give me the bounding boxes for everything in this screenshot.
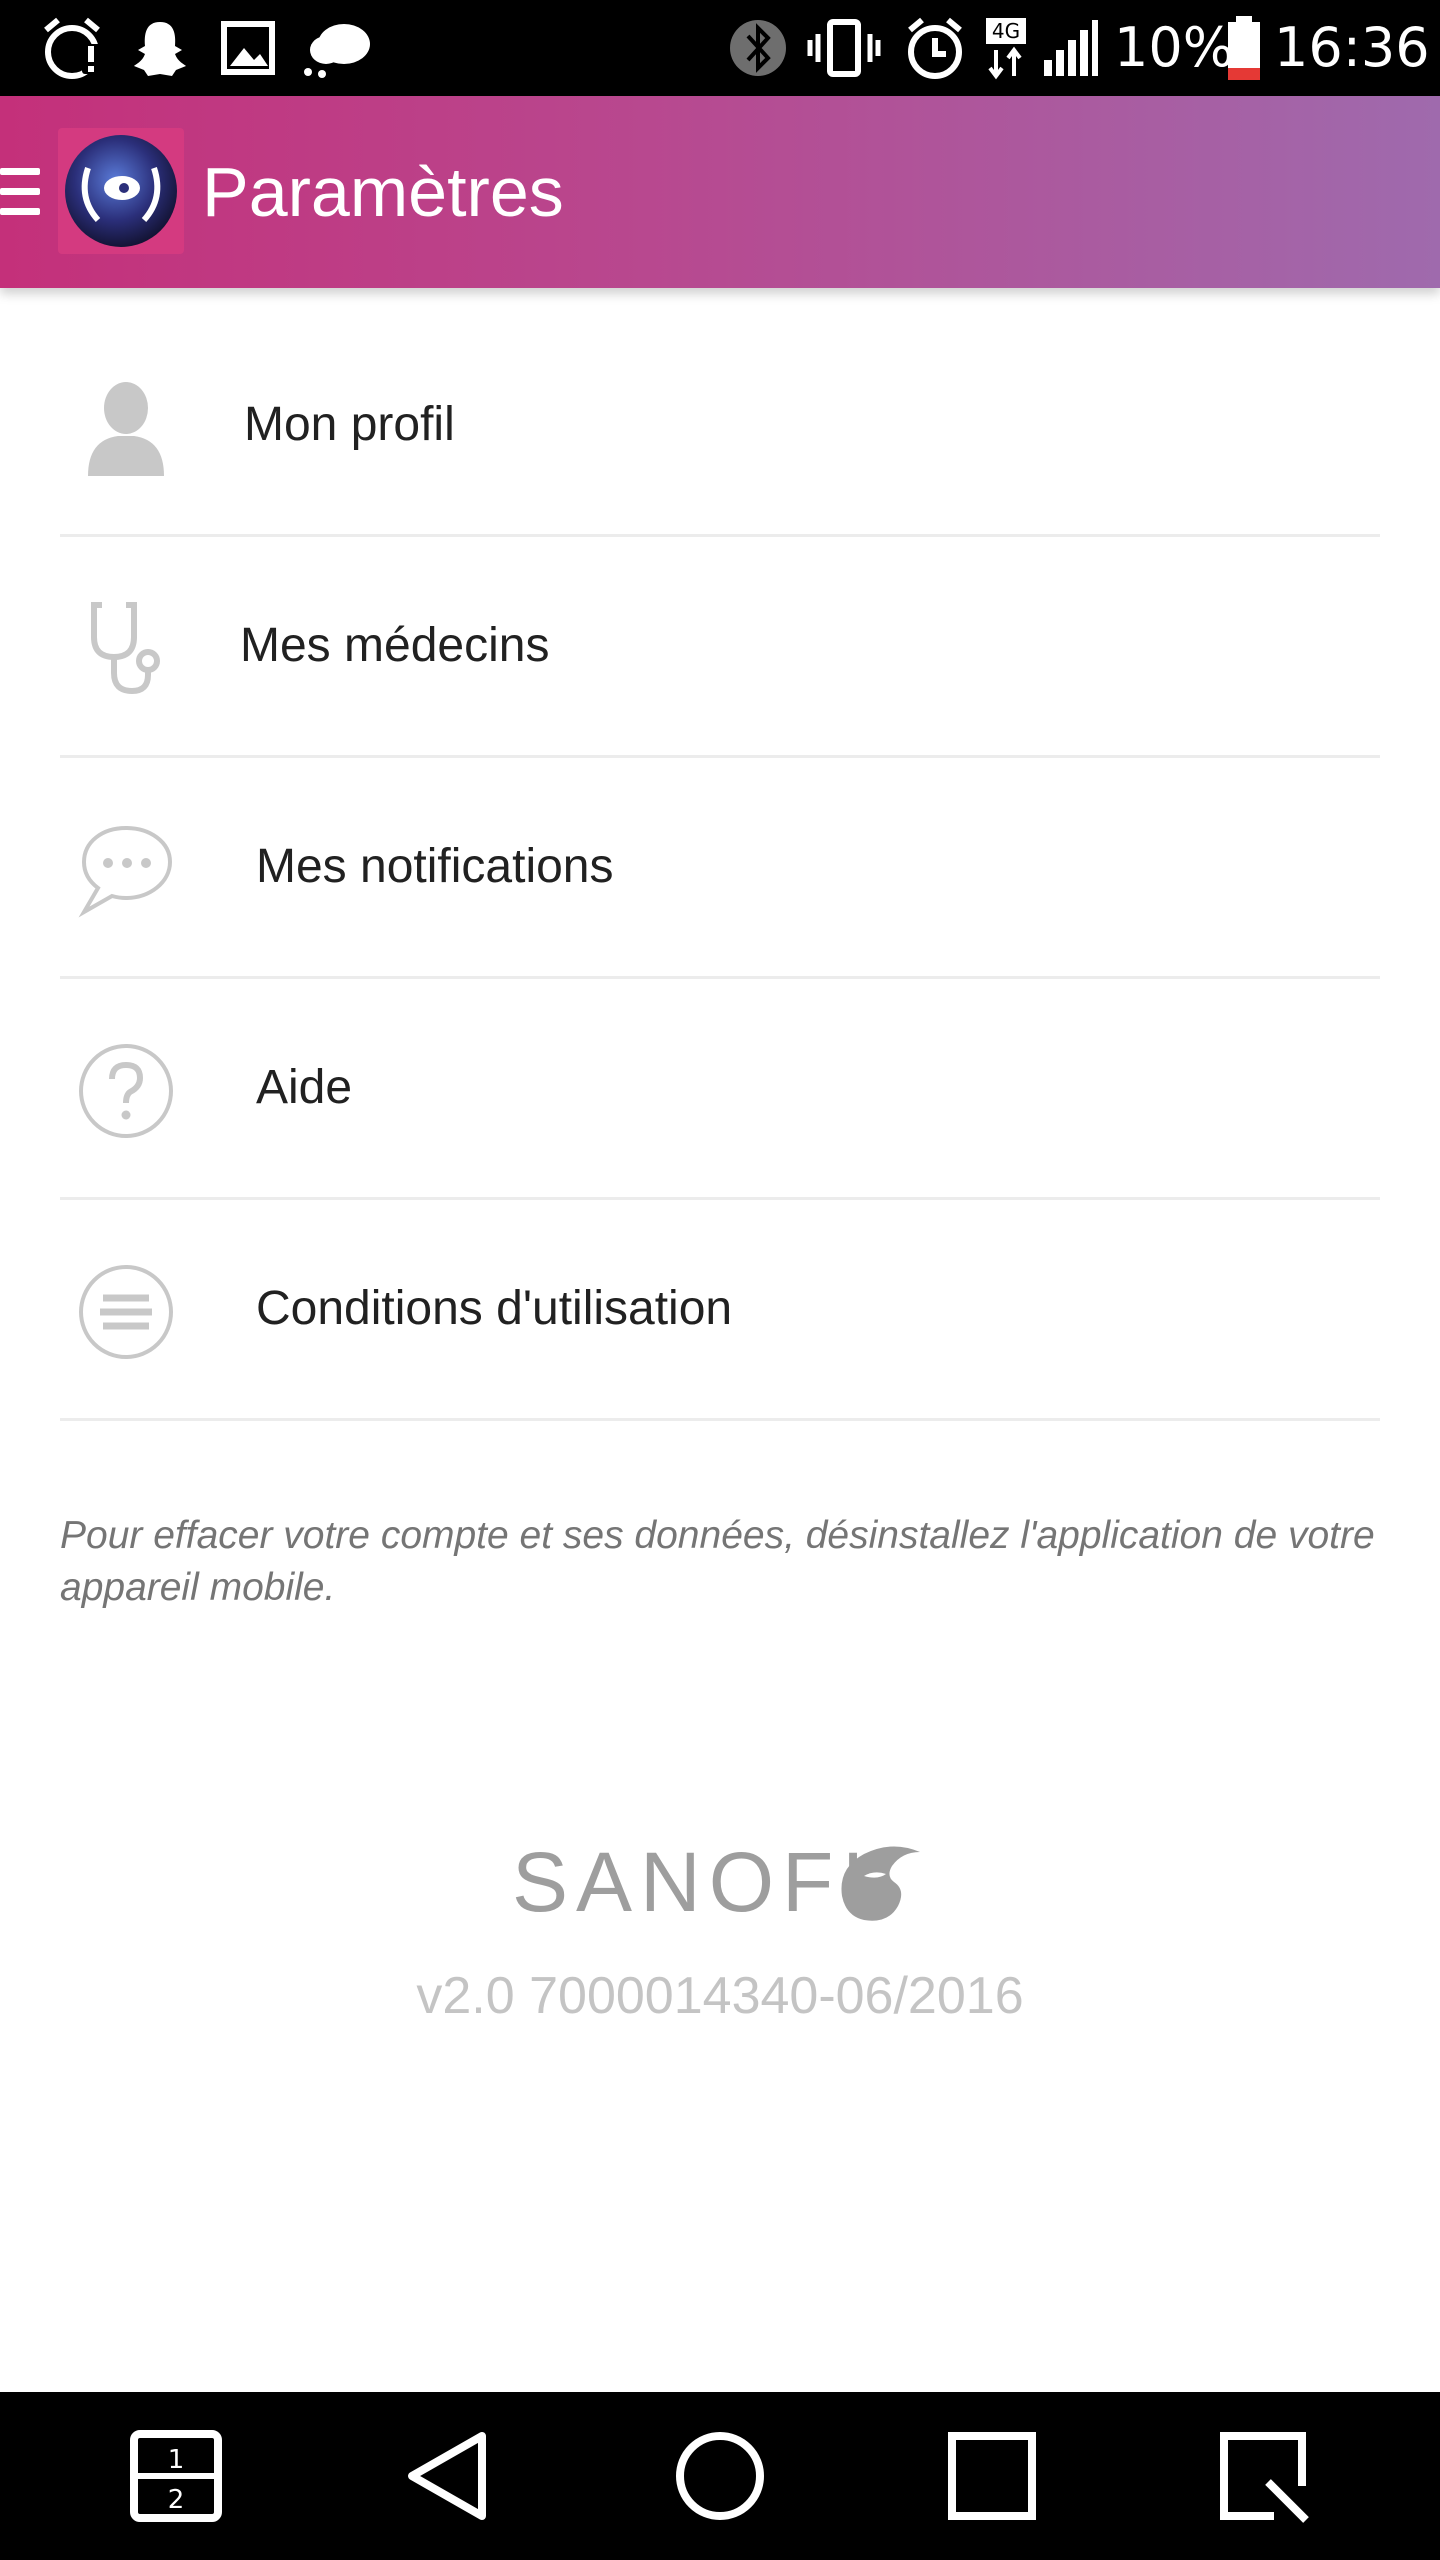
account-deletion-note: Pour effacer votre compte et ses données… [60, 1514, 1375, 1609]
sanofi-logo: SANOFI [512, 1832, 932, 1932]
sanofi-wordmark: SANOFI [512, 1835, 873, 1929]
settings-item-label: Mes notifications [256, 840, 614, 893]
back-icon[interactable] [398, 2426, 498, 2526]
chat-bubble-icon [78, 825, 173, 918]
battery-percent: 10% [1114, 16, 1235, 79]
settings-item-notifications[interactable]: Mes notifications [60, 758, 1380, 979]
settings-item-label: Conditions d'utilisation [256, 1282, 733, 1335]
page-title: Paramètres [202, 153, 564, 231]
stethoscope-icon [91, 602, 160, 695]
capture-icon[interactable] [1214, 2426, 1314, 2526]
sanofi-bird-icon [841, 1846, 920, 1921]
home-icon[interactable] [670, 2426, 770, 2526]
document-list-icon [79, 1265, 173, 1359]
app-logo-icon[interactable] [58, 128, 184, 254]
alarm-icon [44, 17, 102, 79]
network-4g-icon: 4G [986, 18, 1026, 80]
battery-icon [1228, 16, 1260, 80]
cloud-icon [304, 24, 370, 78]
status-bar: 4G 10% 16:36 [0, 0, 1440, 96]
vibrate-icon [807, 19, 881, 77]
network-4g-label: 4G [992, 19, 1020, 43]
dual-window-icon[interactable]: 1 2 [126, 2426, 226, 2526]
settings-item-profile[interactable]: Mon profil [60, 316, 1380, 537]
app-bar: Paramètres [0, 96, 1440, 288]
svg-text:2: 2 [168, 2485, 185, 2515]
svg-text:1: 1 [168, 2445, 185, 2475]
signal-icon [1044, 20, 1098, 76]
settings-item-doctors[interactable]: Mes médecins [60, 537, 1380, 758]
status-time: 16:36 [1274, 16, 1430, 79]
help-icon [79, 1044, 173, 1138]
hamburger-menu-icon[interactable] [0, 160, 44, 224]
settings-item-label: Mes médecins [240, 619, 550, 672]
snapchat-icon [134, 22, 186, 76]
recents-icon[interactable] [942, 2426, 1042, 2526]
navigation-bar: 1 2 [0, 2392, 1440, 2560]
settings-list: Mon profil Mes médecins Mes notification… [60, 316, 1380, 1421]
settings-item-terms[interactable]: Conditions d'utilisation [60, 1200, 1380, 1421]
alarm-clock-icon [908, 17, 962, 79]
settings-item-label: Mon profil [244, 398, 455, 451]
profile-icon [88, 382, 164, 476]
gallery-icon [221, 21, 275, 75]
app-version: v2.0 7000014340-06/2016 [416, 1967, 1024, 2025]
bluetooth-icon [730, 20, 786, 76]
settings-item-label: Aide [256, 1061, 353, 1114]
settings-item-help[interactable]: Aide [60, 979, 1380, 1200]
